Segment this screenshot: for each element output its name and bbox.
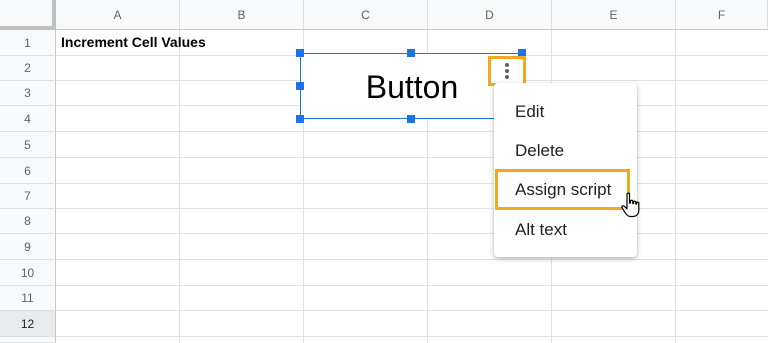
grid-line xyxy=(56,131,768,132)
spreadsheet-grid: A B C D E F 1 2 3 4 5 6 7 8 9 10 11 12 I… xyxy=(0,0,768,343)
column-header-d[interactable]: D xyxy=(428,0,552,30)
row-header-3[interactable]: 3 xyxy=(0,81,56,106)
row-header-10[interactable]: 10 xyxy=(0,260,56,286)
menu-item-assign-script[interactable]: Assign script xyxy=(495,169,630,210)
menu-item-delete[interactable]: Delete xyxy=(494,131,637,170)
row-header-5[interactable]: 5 xyxy=(0,132,56,158)
grid-line xyxy=(675,30,676,343)
grid-line xyxy=(179,30,180,343)
cell-a1[interactable]: Increment Cell Values xyxy=(61,34,206,50)
resize-handle[interactable] xyxy=(296,49,304,57)
hand-pointer-icon xyxy=(621,192,640,218)
row-header-11[interactable]: 11 xyxy=(0,286,56,311)
grid-line xyxy=(56,336,768,337)
resize-handle[interactable] xyxy=(407,115,415,123)
more-vertical-icon xyxy=(505,62,509,80)
grid-line xyxy=(56,157,768,158)
resize-handle[interactable] xyxy=(407,49,415,57)
column-header-b[interactable]: B xyxy=(180,0,304,30)
row-header-13-partial[interactable] xyxy=(0,337,56,343)
grid-line xyxy=(56,183,768,184)
grid-line xyxy=(56,259,768,260)
grid-line xyxy=(56,233,768,234)
column-header-c[interactable]: C xyxy=(304,0,428,30)
resize-handle[interactable] xyxy=(296,82,304,90)
row-header-2[interactable]: 2 xyxy=(0,56,56,81)
grid-line xyxy=(56,310,768,311)
row-header-12[interactable]: 12 xyxy=(0,311,56,337)
row-header-8[interactable]: 8 xyxy=(0,209,56,234)
more-options-button[interactable] xyxy=(488,56,526,86)
row-header-1[interactable]: 1 xyxy=(0,30,56,56)
column-header-a[interactable]: A xyxy=(56,0,180,30)
column-header-e[interactable]: E xyxy=(552,0,676,30)
grid-line xyxy=(56,208,768,209)
grid-line xyxy=(56,285,768,286)
menu-item-alt-text[interactable]: Alt text xyxy=(494,210,637,249)
context-menu: Edit Delete Assign script Alt text xyxy=(494,83,637,257)
resize-handle[interactable] xyxy=(296,115,304,123)
column-header-f[interactable]: F xyxy=(676,0,768,30)
select-all-corner[interactable] xyxy=(0,0,56,30)
row-header-6[interactable]: 6 xyxy=(0,158,56,184)
menu-item-edit[interactable]: Edit xyxy=(494,92,637,131)
row-header-4[interactable]: 4 xyxy=(0,106,56,132)
row-header-7[interactable]: 7 xyxy=(0,184,56,209)
row-header-9[interactable]: 9 xyxy=(0,234,56,260)
